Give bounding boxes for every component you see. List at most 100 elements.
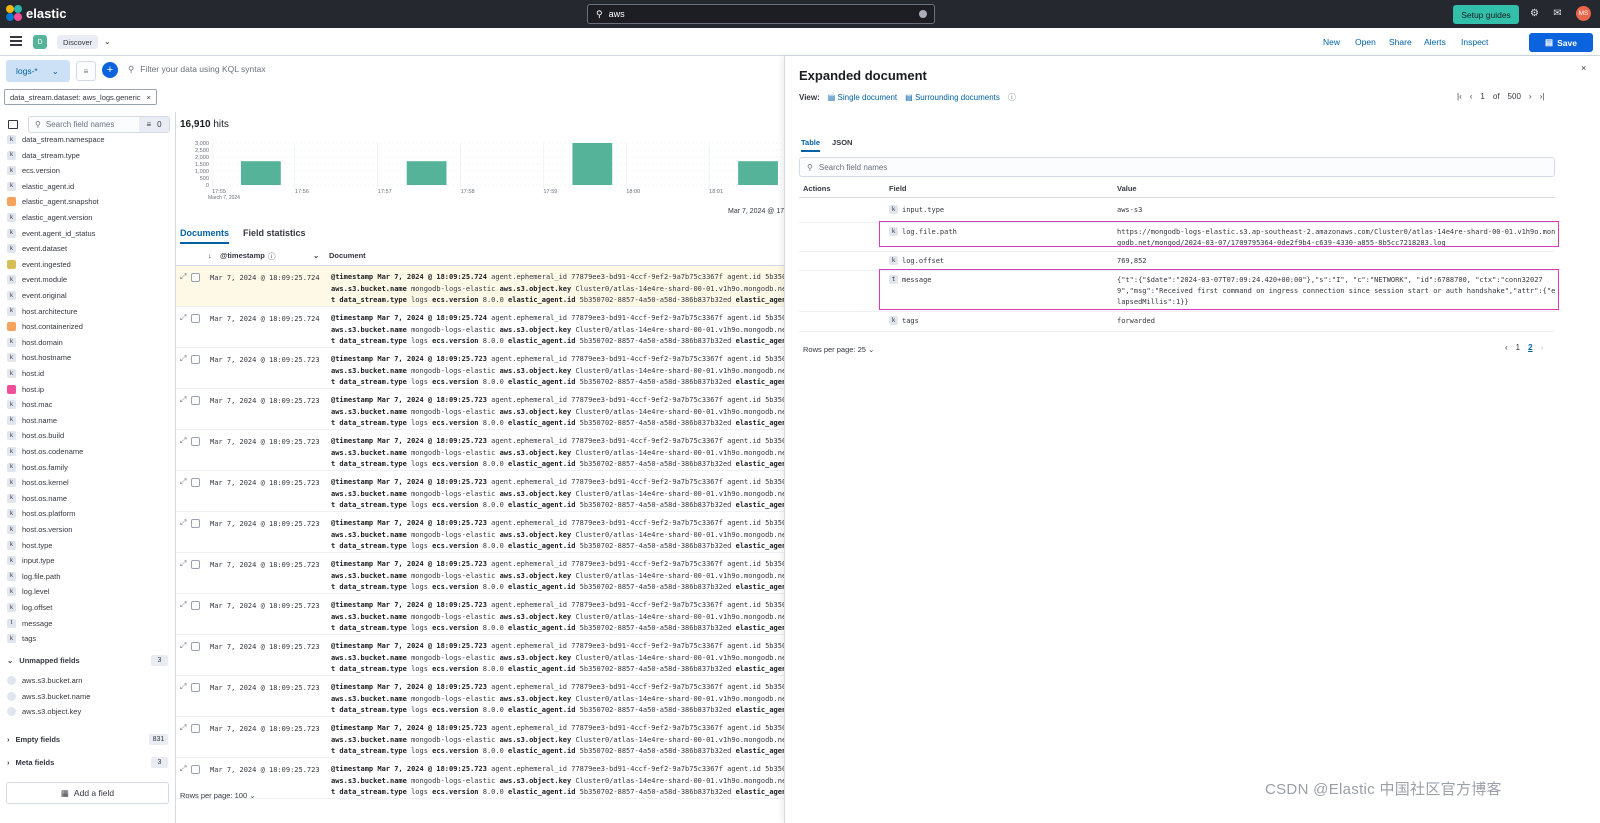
new-link[interactable]: New [1323,37,1340,47]
tab-json[interactable]: JSON [832,138,852,152]
next-page-icon[interactable]: › [1541,343,1544,352]
expand-icon[interactable]: ⤢ [180,641,186,651]
field-item[interactable]: k data_stream.namespace [7,132,105,147]
add-filter-button[interactable]: + [102,62,118,78]
save-button[interactable]: ▤ Save [1529,33,1593,52]
breadcrumb[interactable]: Discover [57,35,99,49]
share-link[interactable]: Share [1389,37,1412,47]
elastic-logo[interactable]: elastic [6,5,66,21]
expand-icon[interactable]: ⤢ [180,764,186,774]
field-item[interactable]: k data_stream.type [7,148,80,163]
rows-per-page[interactable]: Rows per page: 100 ⌄ [180,791,256,800]
flyout-field-row[interactable]: k tags forwarded [799,312,1555,332]
field-item[interactable]: k input.type [7,553,55,568]
alerts-link[interactable]: Alerts [1424,37,1446,47]
meta-fields-section[interactable]: › Meta fields [7,755,54,770]
row-checkbox[interactable] [191,601,201,610]
table-row[interactable]: ⤢ Mar 7, 2024 @ 18:09:25.724 @timestamp Ma… [176,266,800,307]
field-item[interactable]: k elastic_agent.version [7,210,92,225]
expand-icon[interactable]: ⤢ [180,682,186,692]
field-item[interactable]: k host.architecture [7,304,77,319]
row-checkbox[interactable] [191,519,201,528]
row-checkbox[interactable] [191,314,201,323]
expand-icon[interactable]: ⤢ [180,436,186,446]
field-item[interactable]: host.ip [7,382,44,397]
unmapped-fields-section[interactable]: ⌄ Unmapped fields [7,653,80,668]
menu-icon[interactable] [10,36,22,46]
table-row[interactable]: ⤢ Mar 7, 2024 @ 18:09:25.723 @timestamp Ma… [176,430,800,471]
unmapped-field-item[interactable]: aws.s3.bucket.arn [7,673,82,688]
table-row[interactable]: ⤢ Mar 7, 2024 @ 18:09:25.724 @timestamp Ma… [176,307,800,348]
table-row[interactable]: ⤢ Mar 7, 2024 @ 18:09:25.723 @timestamp Ma… [176,594,800,635]
empty-fields-section[interactable]: › Empty fields [7,732,60,747]
table-row[interactable]: ⤢ Mar 7, 2024 @ 18:09:25.723 @timestamp Ma… [176,758,800,799]
table-row[interactable]: ⤢ Mar 7, 2024 @ 18:09:25.723 @timestamp Ma… [176,635,800,676]
field-item[interactable]: k event.module [7,272,67,287]
field-item[interactable]: host.containerized [7,319,83,334]
avatar[interactable]: MS [1576,6,1591,21]
row-checkbox[interactable] [191,683,201,692]
page-1-button[interactable]: 1 [1516,343,1520,352]
unmapped-field-item[interactable]: aws.s3.object.key [7,704,81,719]
first-page-icon[interactable]: |‹ [1457,92,1462,101]
flyout-field-search-input[interactable]: ⚲ Search field names [799,157,1555,177]
last-page-icon[interactable]: ›| [1540,92,1545,101]
tab-field-statistics[interactable]: Field statistics [243,228,306,244]
filter-menu-button[interactable]: ≡ [76,61,96,81]
expand-icon[interactable]: ⤢ [180,518,186,528]
row-checkbox[interactable] [191,478,201,487]
sort-icon[interactable]: ↓ [208,251,212,260]
space-avatar[interactable]: D [33,35,47,49]
field-item[interactable]: k event.original [7,288,67,303]
field-item[interactable]: k host.domain [7,335,63,350]
row-checkbox[interactable] [191,437,201,446]
inspect-link[interactable]: Inspect [1461,37,1488,47]
row-checkbox[interactable] [191,765,201,774]
field-filter-count[interactable]: ≡ 0 [139,117,169,132]
table-row[interactable]: ⤢ Mar 7, 2024 @ 18:09:25.723 @timestamp Ma… [176,389,800,430]
field-item[interactable]: k host.hostname [7,350,71,365]
field-item[interactable]: k host.os.name [7,491,67,506]
tab-table[interactable]: Table [801,138,821,152]
field-item[interactable]: k event.dataset [7,241,67,256]
unmapped-field-item[interactable]: aws.s3.bucket.name [7,689,90,704]
col-document[interactable]: Document [329,251,366,260]
table-row[interactable]: ⤢ Mar 7, 2024 @ 18:09:25.723 @timestamp Ma… [176,512,800,553]
single-document-link[interactable]: ▤ Single document [828,93,897,102]
expand-icon[interactable]: ⤢ [180,354,186,364]
expand-icon[interactable]: ⤢ [180,313,186,323]
row-checkbox[interactable] [191,273,201,282]
tab-documents[interactable]: Documents [180,228,230,244]
field-item[interactable]: k log.level [7,584,50,599]
field-item[interactable]: k ecs.version [7,163,60,178]
field-item[interactable]: k host.os.build [7,428,64,443]
row-checkbox[interactable] [191,724,201,733]
global-search-input[interactable]: ⚲ aws [587,4,935,24]
field-item[interactable]: event.ingested [7,257,71,272]
table-row[interactable]: ⤢ Mar 7, 2024 @ 18:09:25.723 @timestamp Ma… [176,471,800,512]
field-item[interactable]: k host.id [7,366,44,381]
field-item[interactable]: k log.offset [7,600,52,615]
field-item[interactable]: k host.mac [7,397,52,412]
field-item[interactable]: k log.file.path [7,569,60,584]
row-checkbox[interactable] [191,560,201,569]
field-item[interactable]: k tags [7,631,36,646]
clear-search-icon[interactable] [919,10,927,18]
prev-page-icon[interactable]: ‹ [1505,343,1508,352]
field-item[interactable]: k host.os.version [7,522,72,537]
table-row[interactable]: ⤢ Mar 7, 2024 @ 18:09:25.723 @timestamp Ma… [176,348,800,389]
close-icon[interactable]: × [147,93,151,102]
kql-query-input[interactable]: ⚲ Filter your data using KQL syntax [128,64,266,75]
table-row[interactable]: ⤢ Mar 7, 2024 @ 18:09:25.723 @timestamp Ma… [176,553,800,594]
table-row[interactable]: ⤢ Mar 7, 2024 @ 18:09:25.723 @timestamp Ma… [176,717,800,758]
expand-icon[interactable]: ⤢ [180,723,186,733]
expand-icon[interactable]: ⤢ [180,395,186,405]
row-checkbox[interactable] [191,355,201,364]
field-search-input[interactable]: ⚲ Search field names ≡ 0 [28,116,170,133]
notifications-icon[interactable]: ✉ [1552,8,1563,19]
flyout-rows-per-page[interactable]: Rows per page: 25 ⌄ [803,345,874,354]
field-item[interactable]: k host.os.family [7,460,68,475]
table-row[interactable]: ⤢ Mar 7, 2024 @ 18:09:25.723 @timestamp Ma… [176,676,800,717]
field-item[interactable]: elastic_agent.snapshot [7,194,99,209]
close-icon[interactable]: × [1581,63,1586,73]
